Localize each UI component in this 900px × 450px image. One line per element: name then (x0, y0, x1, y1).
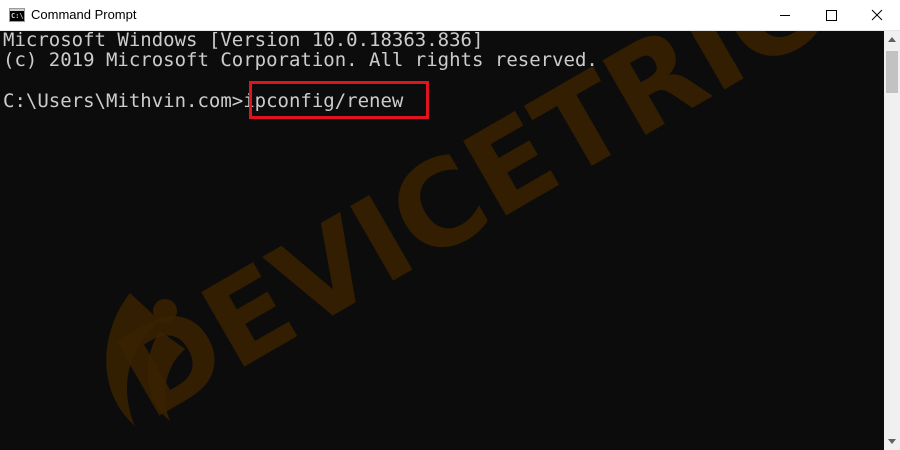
maximize-button[interactable] (808, 0, 854, 30)
cmd-icon: C:\ (9, 8, 25, 22)
title-bar[interactable]: C:\ Command Prompt (0, 0, 900, 31)
vertical-scrollbar[interactable] (884, 31, 900, 450)
scroll-up-icon[interactable] (888, 37, 896, 42)
console-line-copyright: (c) 2019 Microsoft Corporation. All righ… (3, 49, 598, 71)
close-icon (871, 9, 883, 21)
console-prompt: C:\Users\Mithvin.com> (3, 90, 244, 112)
command-prompt-window: C:\ Command Prompt DEVICETRICKS Microsof… (0, 0, 900, 450)
maximize-icon (826, 10, 837, 21)
console-output[interactable]: DEVICETRICKS Microsoft Windows [Version … (0, 31, 884, 450)
scroll-down-icon[interactable] (888, 439, 896, 444)
minimize-icon (780, 15, 790, 16)
window-title: Command Prompt (31, 7, 137, 22)
scrollbar-thumb[interactable] (886, 51, 898, 93)
command-highlight-box (249, 81, 429, 119)
close-button[interactable] (854, 0, 900, 30)
minimize-button[interactable] (762, 0, 808, 30)
console-line-version: Microsoft Windows [Version 10.0.18363.83… (3, 31, 484, 51)
